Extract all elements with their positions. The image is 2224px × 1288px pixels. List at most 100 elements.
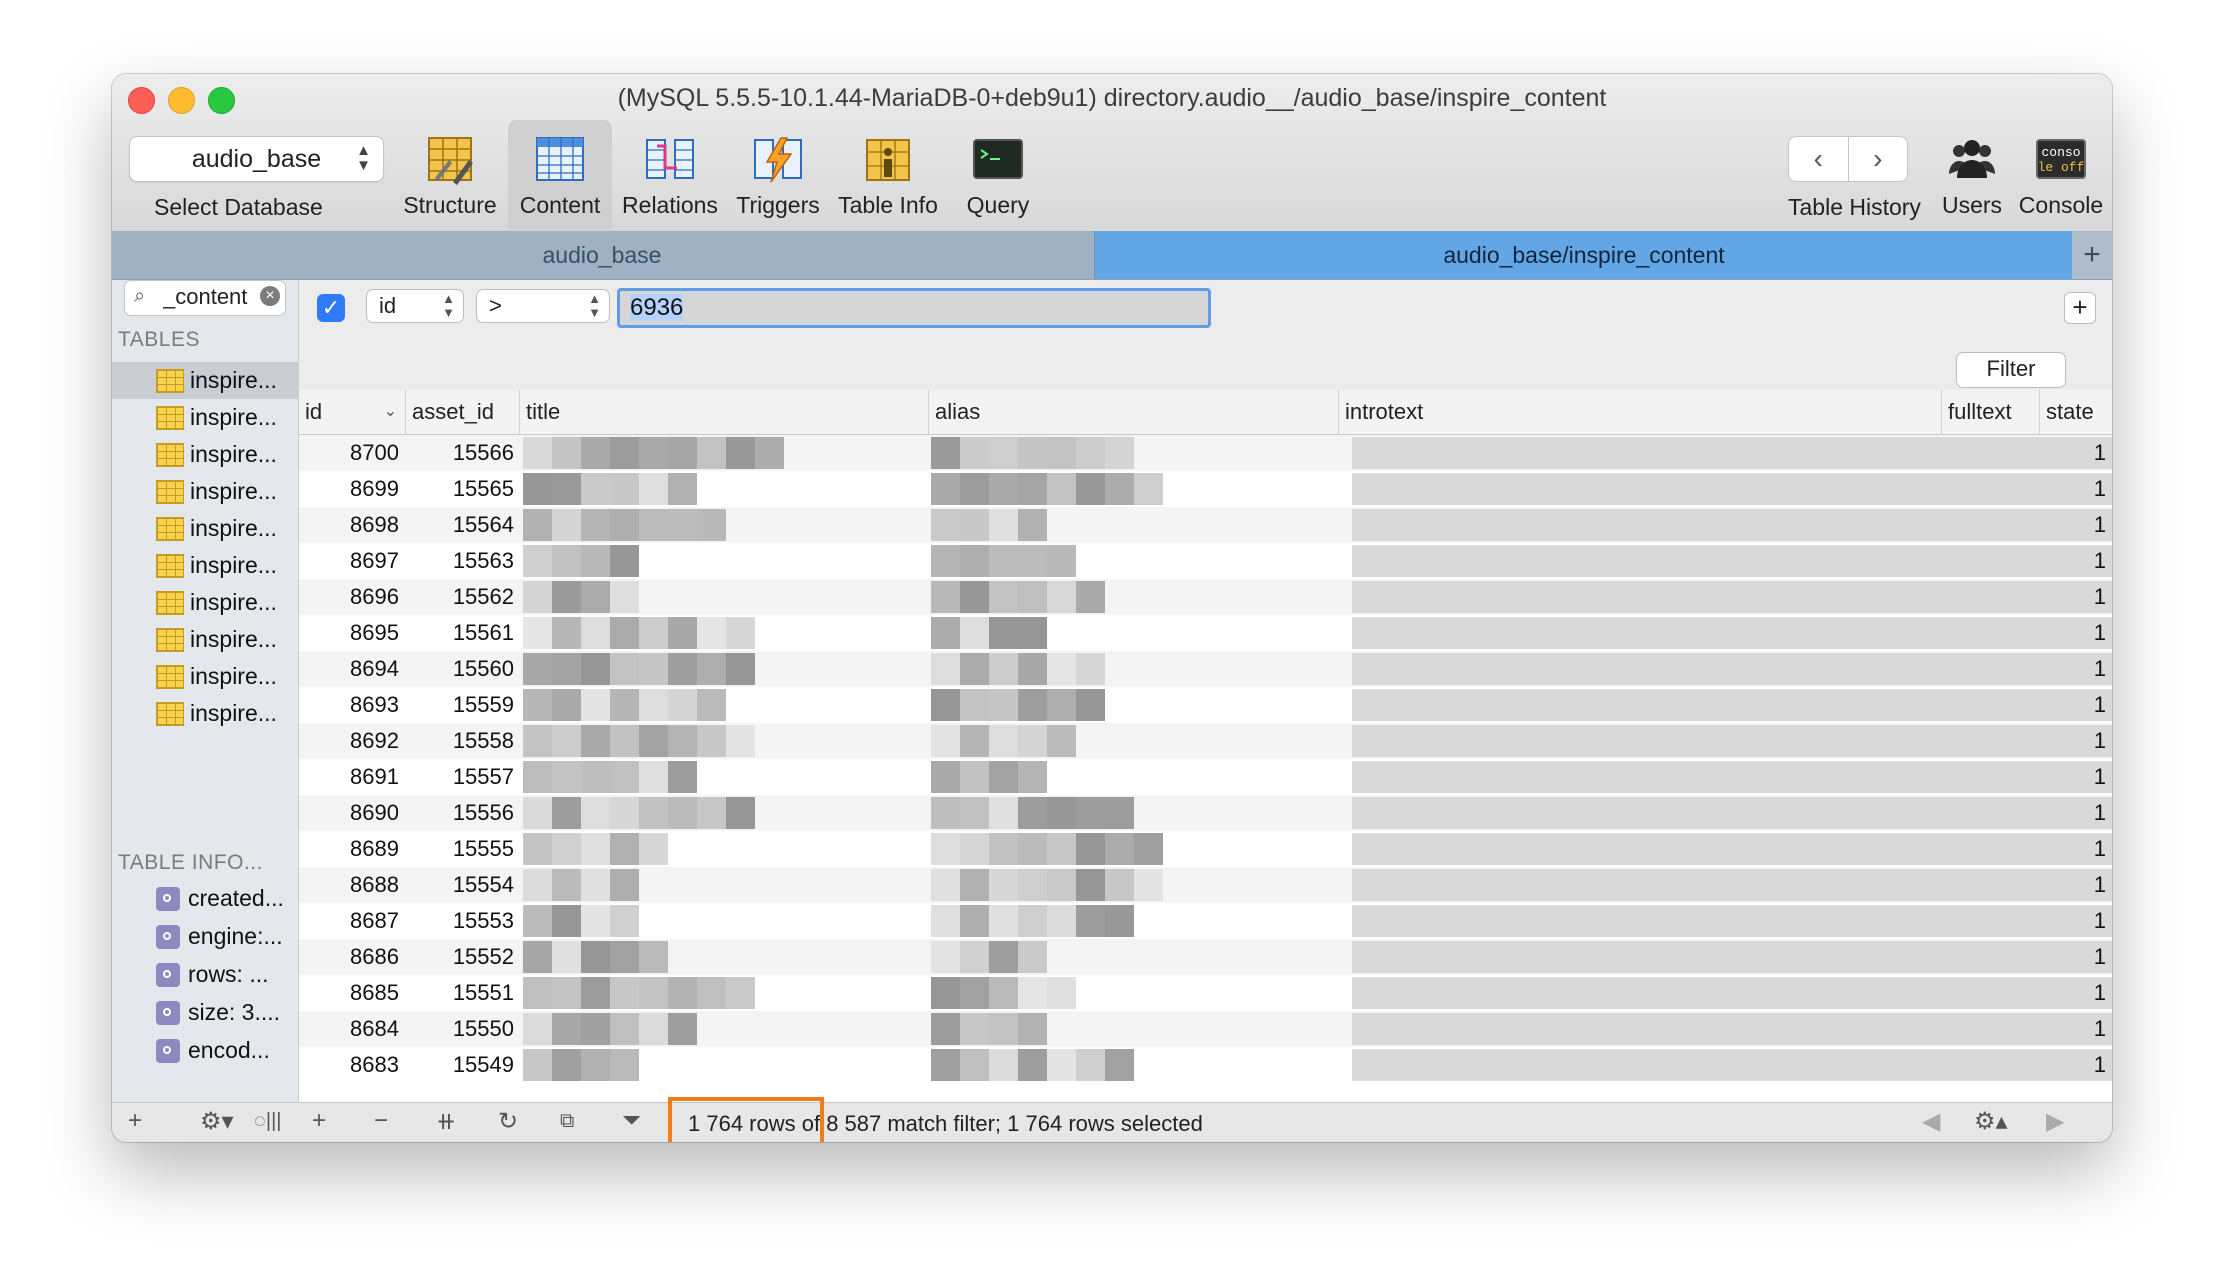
sidebar-table-item[interactable]: inspire...	[112, 436, 298, 473]
cell-asset-id[interactable]: 15564	[406, 507, 514, 543]
cell-title-redacted[interactable]	[523, 903, 923, 939]
page-forward-triangle-icon[interactable]: ▶	[2046, 1107, 2064, 1136]
cell-title-redacted[interactable]	[523, 507, 923, 543]
cell-introtext-fulltext[interactable]	[1352, 725, 2112, 757]
cell-asset-id[interactable]: 15550	[406, 1011, 514, 1047]
table-info-item[interactable]: rows: ...	[112, 956, 298, 993]
column-header-asset-id[interactable]: asset_id	[406, 390, 520, 434]
sidebar-options-icon[interactable]: ◌|||	[254, 1110, 281, 1133]
cell-asset-id[interactable]: 15560	[406, 651, 514, 687]
table-search-input[interactable]: ⌕ _content ×	[124, 280, 286, 316]
column-header-state[interactable]: state	[2040, 390, 2112, 434]
toolbar-triggers-button[interactable]: Triggers	[726, 120, 830, 230]
cell-id[interactable]: 8693	[299, 687, 399, 723]
cell-asset-id[interactable]: 15556	[406, 795, 514, 831]
new-tab-plus-icon[interactable]: +	[2072, 231, 2112, 279]
table-info-item[interactable]: engine:...	[112, 918, 298, 955]
filter-field-select[interactable]: id ▲ ▼	[366, 289, 464, 323]
cell-id[interactable]: 8696	[299, 579, 399, 615]
cell-alias-redacted[interactable]	[931, 615, 1331, 651]
cell-id[interactable]: 8688	[299, 867, 399, 903]
column-header-introtext[interactable]: introtext	[1339, 390, 1942, 434]
cell-introtext-fulltext[interactable]	[1352, 797, 2112, 829]
cell-alias-redacted[interactable]	[931, 543, 1331, 579]
sidebar-table-item[interactable]: inspire...	[112, 547, 298, 584]
cell-asset-id[interactable]: 15563	[406, 543, 514, 579]
table-row[interactable]: 8685 15551 1	[299, 975, 2112, 1012]
database-select[interactable]: audio_base ▲ ▼	[129, 136, 384, 182]
cell-asset-id[interactable]: 15559	[406, 687, 514, 723]
table-info-item[interactable]: encod...	[112, 1032, 298, 1069]
table-row[interactable]: 8687 15553 1	[299, 903, 2112, 940]
cell-title-redacted[interactable]	[523, 831, 923, 867]
cell-id[interactable]: 8684	[299, 1011, 399, 1047]
cell-introtext-fulltext[interactable]	[1352, 1013, 2112, 1045]
cell-title-redacted[interactable]	[523, 1011, 923, 1047]
tab-audio-base[interactable]: audio_base	[112, 231, 1092, 279]
column-header-title[interactable]: title	[520, 390, 929, 434]
sidebar-table-item[interactable]: inspire...	[112, 510, 298, 547]
sidebar-table-item[interactable]: inspire...	[112, 621, 298, 658]
cell-title-redacted[interactable]	[523, 651, 923, 687]
cell-title-redacted[interactable]	[523, 579, 923, 615]
cell-state[interactable]: 1	[2040, 471, 2106, 507]
cell-alias-redacted[interactable]	[931, 1047, 1331, 1083]
cell-title-redacted[interactable]	[523, 723, 923, 759]
table-row[interactable]: 8689 15555 1	[299, 831, 2112, 868]
filter-operator-select[interactable]: > ▲ ▼	[476, 289, 610, 323]
table-row[interactable]: 8692 15558 1	[299, 723, 2112, 760]
cell-introtext-fulltext[interactable]	[1352, 437, 2112, 469]
toolbar-console-button[interactable]: conso le off Console	[2016, 120, 2106, 230]
cell-asset-id[interactable]: 15549	[406, 1047, 514, 1083]
cell-id[interactable]: 8695	[299, 615, 399, 651]
cell-alias-redacted[interactable]	[931, 1011, 1331, 1047]
cell-introtext-fulltext[interactable]	[1352, 581, 2112, 613]
cell-alias-redacted[interactable]	[931, 831, 1331, 867]
cell-asset-id[interactable]: 15553	[406, 903, 514, 939]
table-row[interactable]: 8698 15564 1	[299, 507, 2112, 544]
page-back-triangle-icon[interactable]: ◀	[1922, 1107, 1940, 1136]
cell-introtext-fulltext[interactable]	[1352, 689, 2112, 721]
toolbar-users-button[interactable]: Users	[1932, 120, 2012, 230]
cell-alias-redacted[interactable]	[931, 795, 1331, 831]
cell-introtext-fulltext[interactable]	[1352, 761, 2112, 793]
table-row[interactable]: 8696 15562 1	[299, 579, 2112, 616]
cell-state[interactable]: 1	[2040, 615, 2106, 651]
cell-id[interactable]: 8686	[299, 939, 399, 975]
cell-title-redacted[interactable]	[523, 939, 923, 975]
cell-introtext-fulltext[interactable]	[1352, 833, 2112, 865]
table-row[interactable]: 8688 15554 1	[299, 867, 2112, 904]
column-header-alias[interactable]: alias	[929, 390, 1339, 434]
cell-alias-redacted[interactable]	[931, 471, 1331, 507]
cell-asset-id[interactable]: 15565	[406, 471, 514, 507]
cell-introtext-fulltext[interactable]	[1352, 1049, 2112, 1081]
table-row[interactable]: 8697 15563 1	[299, 543, 2112, 580]
cell-state[interactable]: 1	[2040, 939, 2106, 975]
sidebar-table-item[interactable]: inspire...	[112, 695, 298, 732]
cell-alias-redacted[interactable]	[931, 759, 1331, 795]
cell-introtext-fulltext[interactable]	[1352, 905, 2112, 937]
filter-value-input[interactable]: 6936	[617, 288, 1211, 328]
toolbar-query-button[interactable]: Query	[946, 120, 1050, 230]
table-row[interactable]: 8683 15549 1	[299, 1047, 2112, 1084]
cell-state[interactable]: 1	[2040, 579, 2106, 615]
table-row[interactable]: 8693 15559 1	[299, 687, 2112, 724]
cell-id[interactable]: 8699	[299, 471, 399, 507]
cell-introtext-fulltext[interactable]	[1352, 545, 2112, 577]
cell-asset-id[interactable]: 15557	[406, 759, 514, 795]
cell-id[interactable]: 8689	[299, 831, 399, 867]
copy-icon[interactable]: ⧉	[560, 1110, 574, 1133]
cell-state[interactable]: 1	[2040, 1047, 2106, 1083]
cell-asset-id[interactable]: 15551	[406, 975, 514, 1011]
history-back-chevron-icon[interactable]: ‹	[1789, 137, 1849, 181]
column-header-id[interactable]: id ⌄	[299, 390, 406, 434]
cell-title-redacted[interactable]	[523, 759, 923, 795]
toolbar-relations-button[interactable]: Relations	[618, 120, 722, 230]
cell-id[interactable]: 8685	[299, 975, 399, 1011]
cell-id[interactable]: 8698	[299, 507, 399, 543]
cell-introtext-fulltext[interactable]	[1352, 653, 2112, 685]
table-row[interactable]: 8690 15556 1	[299, 795, 2112, 832]
clear-search-icon[interactable]: ×	[260, 286, 280, 306]
table-info-item[interactable]: size: 3....	[112, 994, 298, 1031]
cell-alias-redacted[interactable]	[931, 687, 1331, 723]
